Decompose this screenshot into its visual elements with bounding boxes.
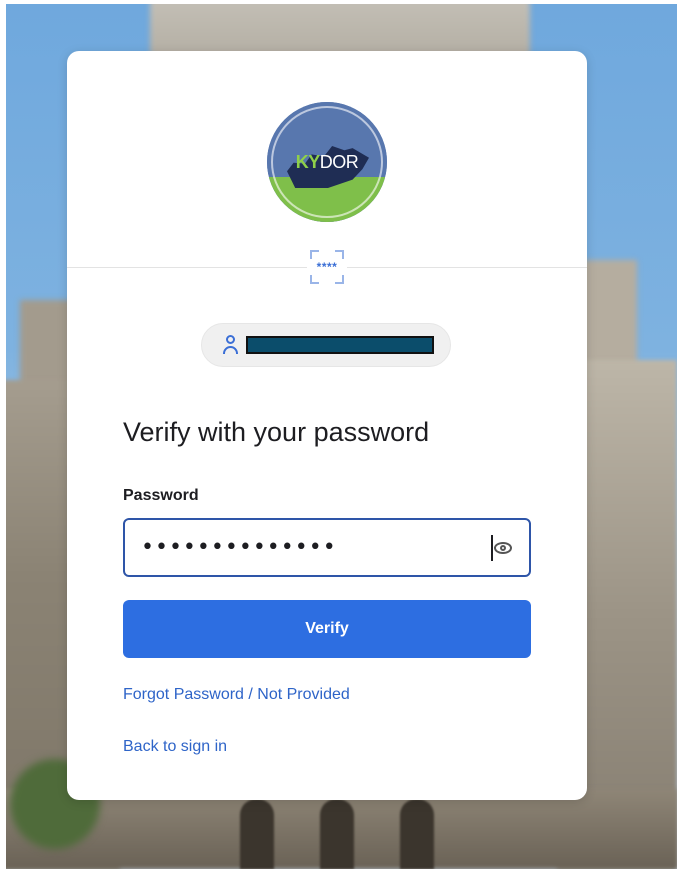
kydor-logo: KYDOR	[267, 102, 387, 222]
password-label: Password	[123, 487, 199, 504]
password-input[interactable]	[125, 519, 497, 576]
logo-ky-text: KY	[295, 152, 321, 172]
password-factor-badge: ****	[307, 247, 347, 287]
redacted-username	[246, 336, 434, 354]
sign-in-card: KYDOR **** Verify with your password Pas…	[67, 51, 587, 800]
page-title: Verify with your password	[123, 417, 430, 447]
password-mask-text: ****	[316, 260, 338, 274]
logo-dor-text: DOR	[319, 152, 359, 172]
forgot-password-link[interactable]: Forgot Password / Not Provided	[123, 686, 350, 704]
show-password-icon[interactable]	[493, 537, 515, 559]
back-to-sign-in-link[interactable]: Back to sign in	[123, 738, 227, 756]
verify-button[interactable]: Verify	[123, 600, 531, 658]
password-field-wrapper	[123, 518, 531, 577]
password-factor-icon: ****	[310, 250, 344, 284]
user-identifier-pill	[201, 323, 451, 367]
user-icon	[222, 335, 240, 355]
